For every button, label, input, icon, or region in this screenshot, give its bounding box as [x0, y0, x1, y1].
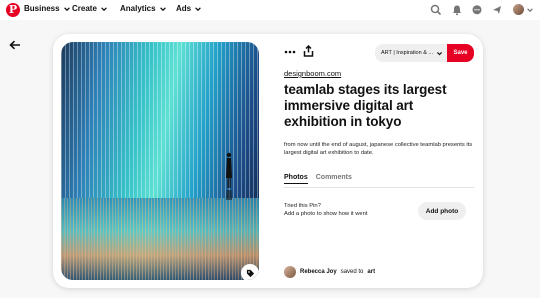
avatar[interactable] [284, 266, 296, 278]
saver-name[interactable]: Rebecca Joy [300, 269, 337, 275]
tab-photos[interactable]: Photos [284, 174, 308, 184]
tried-pin-section: Tried this Pin? Add a photo to show how … [284, 202, 367, 218]
source-link[interactable]: designboom.com [284, 69, 341, 78]
share-icon[interactable] [303, 45, 314, 57]
chevron-down-icon [195, 6, 201, 11]
add-photo-button[interactable]: Add photo [418, 202, 466, 220]
top-navigation: P Business Create Analytics Ads [0, 0, 540, 20]
bell-icon[interactable] [451, 4, 463, 16]
pinterest-logo[interactable]: P [6, 3, 20, 17]
tag-button[interactable] [241, 264, 259, 280]
nav-ads-label: Ads [176, 4, 192, 13]
chevron-down-icon [101, 6, 107, 11]
chevron-down-icon [436, 51, 442, 55]
board-select[interactable]: ART | Inspiration & ... [375, 44, 447, 62]
pin-description: from now until the end of august, japane… [284, 142, 473, 156]
chevron-down-icon [63, 6, 70, 11]
nav-ads[interactable]: Ads [176, 4, 202, 13]
person-silhouette [226, 152, 232, 200]
pin-title: teamlab stages its largest immersive dig… [284, 82, 447, 129]
chevron-down-icon[interactable] [526, 6, 534, 14]
board-select-label: ART | Inspiration & ... [381, 50, 433, 56]
nav-business-label: Business [24, 4, 60, 13]
pin-image-reflection [61, 198, 259, 280]
more-options-icon[interactable] [284, 48, 296, 56]
saved-to-text: saved to [340, 269, 364, 275]
nav-business[interactable]: Business [24, 4, 71, 13]
user-avatar[interactable] [513, 4, 524, 15]
tried-pin-subtitle: Add a photo to show how it went [284, 211, 368, 217]
search-icon[interactable] [430, 4, 442, 16]
saved-board-link[interactable]: art [367, 269, 375, 275]
chevron-down-icon [159, 6, 166, 11]
nav-create[interactable]: Create [72, 4, 108, 13]
back-arrow-icon[interactable] [9, 40, 21, 50]
bookmark-icon[interactable] [491, 4, 503, 16]
pin-tabs: Photos Comments [284, 174, 352, 184]
pin-card: ART | Inspiration & ... Save designboom.… [53, 34, 483, 288]
tab-comments[interactable]: Comments [316, 174, 352, 184]
tag-icon [246, 269, 254, 277]
saver-info: Rebecca Joy saved to art [284, 266, 375, 278]
nav-analytics[interactable]: Analytics [120, 4, 167, 13]
chat-icon[interactable] [471, 4, 483, 16]
tried-pin-title: Tried this Pin? [284, 203, 321, 209]
tabs-divider [284, 187, 474, 188]
nav-create-label: Create [72, 4, 97, 13]
nav-analytics-label: Analytics [120, 4, 156, 13]
save-button[interactable]: Save [447, 44, 474, 62]
pin-image[interactable] [61, 42, 259, 280]
